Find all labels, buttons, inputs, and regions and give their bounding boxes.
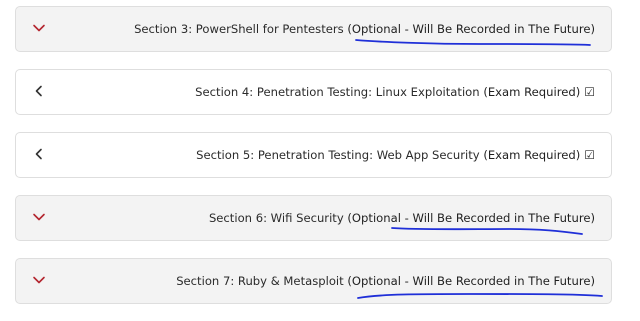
chevron-down-icon[interactable]: [32, 21, 48, 37]
section-3-title: Section 3: PowerShell for Pentesters (Op…: [134, 7, 595, 51]
section-5-header[interactable]: Section 5: Penetration Testing: Web App …: [15, 132, 612, 178]
section-7-title: Section 7: Ruby & Metasploit (Optional -…: [176, 259, 595, 303]
chevron-left-icon[interactable]: [32, 84, 48, 100]
section-note: (Optional - Will Be Recorded in The Futu…: [347, 211, 595, 225]
section-title-text: Section 6: Wifi Security: [208, 211, 344, 225]
section-5-title: Section 5: Penetration Testing: Web App …: [196, 133, 595, 177]
checkbox-icon: ☑: [584, 148, 595, 162]
section-title-text: Section 3: PowerShell for Pentesters: [134, 22, 344, 36]
section-7-header[interactable]: Section 7: Ruby & Metasploit (Optional -…: [15, 258, 612, 304]
section-note: (Optional - Will Be Recorded in The Futu…: [347, 274, 595, 288]
section-6-title: Section 6: Wifi Security (Optional - Wil…: [209, 196, 595, 240]
section-note: (Exam Required): [483, 85, 581, 99]
section-4-title: Section 4: Penetration Testing: Linux Ex…: [195, 70, 595, 114]
chevron-left-icon[interactable]: [32, 147, 48, 163]
section-3-header[interactable]: Section 3: PowerShell for Pentesters (Op…: [15, 6, 612, 52]
section-title-text: Section 4: Penetration Testing: Linux Ex…: [195, 85, 480, 99]
section-note: (Exam Required): [483, 148, 581, 162]
checkbox-icon: ☑: [584, 85, 595, 99]
section-6-header[interactable]: Section 6: Wifi Security (Optional - Wil…: [15, 195, 612, 241]
section-4-header[interactable]: Section 4: Penetration Testing: Linux Ex…: [15, 69, 612, 115]
course-sections-page: Section 3: PowerShell for Pentesters (Op…: [0, 0, 640, 321]
section-title-text: Section 7: Ruby & Metasploit: [176, 274, 344, 288]
section-title-text: Section 5: Penetration Testing: Web App …: [196, 148, 480, 162]
section-note: (Optional - Will Be Recorded in The Futu…: [347, 22, 595, 36]
chevron-down-icon[interactable]: [32, 210, 48, 226]
chevron-down-icon[interactable]: [32, 273, 48, 289]
